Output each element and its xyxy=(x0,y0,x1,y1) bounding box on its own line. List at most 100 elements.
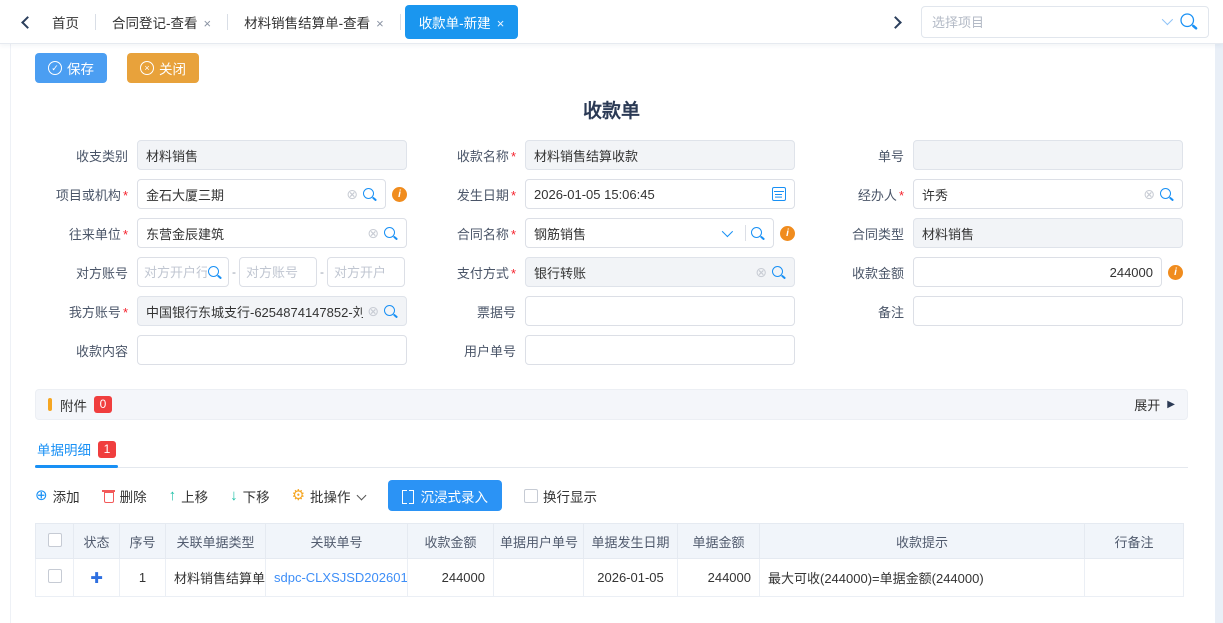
batch-operation-label: 批操作 xyxy=(310,486,351,506)
select-all-checkbox[interactable] xyxy=(48,533,62,547)
search-icon[interactable] xyxy=(207,265,222,280)
active-tab-underline xyxy=(35,465,118,468)
search-icon[interactable] xyxy=(362,187,377,202)
wrap-checkbox[interactable] xyxy=(524,489,538,503)
add-row-button[interactable]: ⊕ 添加 xyxy=(35,486,80,506)
vertical-scrollbar[interactable] xyxy=(1215,44,1223,623)
amount-input[interactable] xyxy=(922,258,1153,286)
user-no-input[interactable] xyxy=(534,336,786,364)
close-button-label: 关闭 xyxy=(159,58,186,78)
clear-icon[interactable]: ⊗ xyxy=(367,304,379,318)
field-contract: 合同名称* i xyxy=(421,218,795,248)
cell-amount: 244000 xyxy=(408,559,494,597)
search-icon[interactable] xyxy=(771,265,786,280)
field-amount-label: 收款金额 xyxy=(809,263,913,282)
clear-icon[interactable]: ⊗ xyxy=(367,226,379,240)
top-tab-bar: 首页 合同登记-查看× 材料销售结算单-查看× 收款单-新建× 选择项目 xyxy=(0,0,1223,44)
tab-settlement-view[interactable]: 材料销售结算单-查看× xyxy=(232,5,396,39)
search-icon[interactable] xyxy=(1159,187,1174,202)
cell-sel xyxy=(36,559,74,597)
clear-icon[interactable]: ⊗ xyxy=(346,187,358,201)
pay-method-input[interactable] xyxy=(534,258,751,286)
row-status-plus-icon[interactable]: ✚ xyxy=(90,570,103,587)
our-account-input[interactable] xyxy=(146,297,363,325)
remark-input[interactable] xyxy=(922,297,1174,325)
partner-input[interactable] xyxy=(146,219,363,247)
info-icon[interactable]: i xyxy=(780,226,795,241)
wrap-display-toggle[interactable]: 换行显示 xyxy=(524,486,597,506)
contract-type-input[interactable] xyxy=(922,219,1174,247)
tab-receipt-new[interactable]: 收款单-新建× xyxy=(405,5,519,39)
clear-icon[interactable]: ⊗ xyxy=(755,265,767,279)
delete-row-button[interactable]: 删除 xyxy=(102,486,147,506)
cell-row_note xyxy=(1085,559,1184,597)
field-partner-label: 往来单位* xyxy=(33,224,137,243)
save-button[interactable]: ✓ 保存 xyxy=(35,53,107,83)
close-button[interactable]: × 关闭 xyxy=(127,53,199,83)
calendar-icon[interactable] xyxy=(772,187,786,201)
project-input[interactable] xyxy=(146,180,342,208)
search-icon[interactable] xyxy=(383,226,398,241)
cell-status: ✚ xyxy=(74,559,120,597)
field-our-account: 我方账号* ⊗ xyxy=(33,296,407,326)
tab-close-icon[interactable]: × xyxy=(204,16,212,31)
related-doc-link[interactable]: sdpc-CLXSJSD20260105 xyxy=(274,570,408,585)
receipt-name-input[interactable] xyxy=(534,141,786,169)
column-header-seq: 序号 xyxy=(120,524,166,559)
field-date-label: 发生日期* xyxy=(421,185,525,204)
info-icon[interactable]: i xyxy=(1168,265,1183,280)
column-header-sel xyxy=(36,524,74,559)
immersive-entry-button[interactable]: 沉浸式录入 xyxy=(388,480,503,511)
expand-toggle[interactable]: 展开 ▶ xyxy=(1134,395,1175,414)
clear-icon[interactable]: ⊗ xyxy=(1143,187,1155,201)
tab-close-icon[interactable]: × xyxy=(497,16,505,31)
content-input[interactable] xyxy=(146,336,398,364)
batch-operation-dropdown[interactable]: ⚙ 批操作 xyxy=(292,486,366,506)
chevron-down-icon[interactable] xyxy=(1162,17,1171,26)
delete-row-label: 删除 xyxy=(120,486,147,506)
info-icon[interactable]: i xyxy=(392,187,407,202)
move-down-button[interactable]: ↓ 下移 xyxy=(230,486,270,506)
contract-input[interactable] xyxy=(534,219,714,247)
field-user-no: 用户单号 xyxy=(421,335,795,365)
tabs-scroll-right-icon[interactable] xyxy=(887,12,907,32)
other-account-no-input[interactable] xyxy=(246,265,310,280)
trash-icon xyxy=(102,489,115,502)
category-input[interactable] xyxy=(146,141,398,169)
field-other-account: 对方账号 - - xyxy=(33,257,407,287)
tab-home[interactable]: 首页 xyxy=(40,5,91,39)
field-amount: 收款金额 i xyxy=(809,257,1183,287)
table-row[interactable]: ✚1材料销售结算单sdpc-CLXSJSD202601052440002026-… xyxy=(36,559,1184,597)
bill-no-input[interactable] xyxy=(534,297,786,325)
attachment-bar[interactable]: 附件 0 展开 ▶ xyxy=(35,389,1188,420)
field-project-label: 项目或机构* xyxy=(33,185,137,204)
field-handler: 经办人* ⊗ xyxy=(809,179,1183,209)
tab-close-icon[interactable]: × xyxy=(376,16,384,31)
search-icon[interactable] xyxy=(1179,12,1198,31)
tabs-scroll-left-icon[interactable] xyxy=(16,12,36,32)
handler-input[interactable] xyxy=(922,180,1139,208)
date-input[interactable] xyxy=(534,180,768,208)
move-up-button[interactable]: ↑ 上移 xyxy=(169,486,209,506)
dash-separator: - xyxy=(232,265,236,279)
other-open-input[interactable] xyxy=(334,265,398,280)
search-icon[interactable] xyxy=(750,226,765,241)
add-circle-icon: ⊕ xyxy=(35,488,48,503)
add-row-label: 添加 xyxy=(53,486,80,506)
field-contract-type-label: 合同类型 xyxy=(809,224,913,243)
search-icon[interactable] xyxy=(383,304,398,319)
column-header-user_no: 单据用户单号 xyxy=(494,524,584,559)
table-header-row: 状态序号关联单据类型关联单号收款金额单据用户单号单据发生日期单据金额收款提示行备… xyxy=(36,524,1184,559)
tab-separator xyxy=(400,14,401,30)
row-checkbox[interactable] xyxy=(48,569,62,583)
tab-contract-view[interactable]: 合同登记-查看× xyxy=(100,5,223,39)
field-handler-label: 经办人* xyxy=(809,185,913,204)
chevron-down-icon[interactable] xyxy=(722,229,731,238)
field-doc-no-label: 单号 xyxy=(809,146,913,165)
tab-detail-list[interactable]: 单据明细 1 xyxy=(35,435,118,467)
other-bank-input[interactable] xyxy=(144,265,207,280)
detail-table: 状态序号关联单据类型关联单号收款金额单据用户单号单据发生日期单据金额收款提示行备… xyxy=(35,523,1184,597)
column-header-status: 状态 xyxy=(74,524,120,559)
project-select[interactable]: 选择项目 xyxy=(921,6,1209,38)
doc-no-input[interactable] xyxy=(922,141,1174,169)
